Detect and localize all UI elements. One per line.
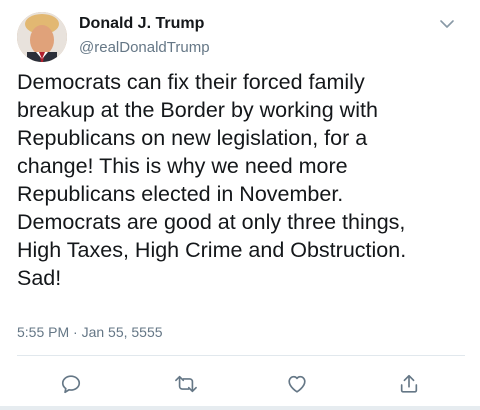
chevron-down-icon — [440, 20, 454, 28]
author-handle[interactable]: @realDonaldTrump — [79, 39, 210, 56]
tweet-menu-button[interactable] — [437, 14, 457, 34]
divider — [17, 355, 465, 356]
avatar[interactable] — [17, 12, 67, 62]
card-bottom-edge — [0, 406, 480, 410]
avatar-image — [17, 12, 67, 62]
tweet-header: Donald J. Trump @realDonaldTrump — [17, 12, 463, 62]
reply-icon — [61, 375, 81, 394]
retweet-button[interactable] — [170, 368, 202, 400]
author-name[interactable]: Donald J. Trump — [79, 15, 204, 33]
tweet-actions — [0, 368, 480, 400]
like-button[interactable] — [281, 368, 313, 400]
share-button[interactable] — [393, 368, 425, 400]
reply-button[interactable] — [55, 368, 87, 400]
tweet-timestamp[interactable]: 5:55 PM · Jan 55, 5555 — [17, 324, 163, 340]
retweet-icon — [175, 375, 197, 393]
share-icon — [400, 374, 418, 393]
tweet-text: Democrats can fix their forced family br… — [17, 70, 407, 290]
heart-icon — [288, 375, 306, 393]
